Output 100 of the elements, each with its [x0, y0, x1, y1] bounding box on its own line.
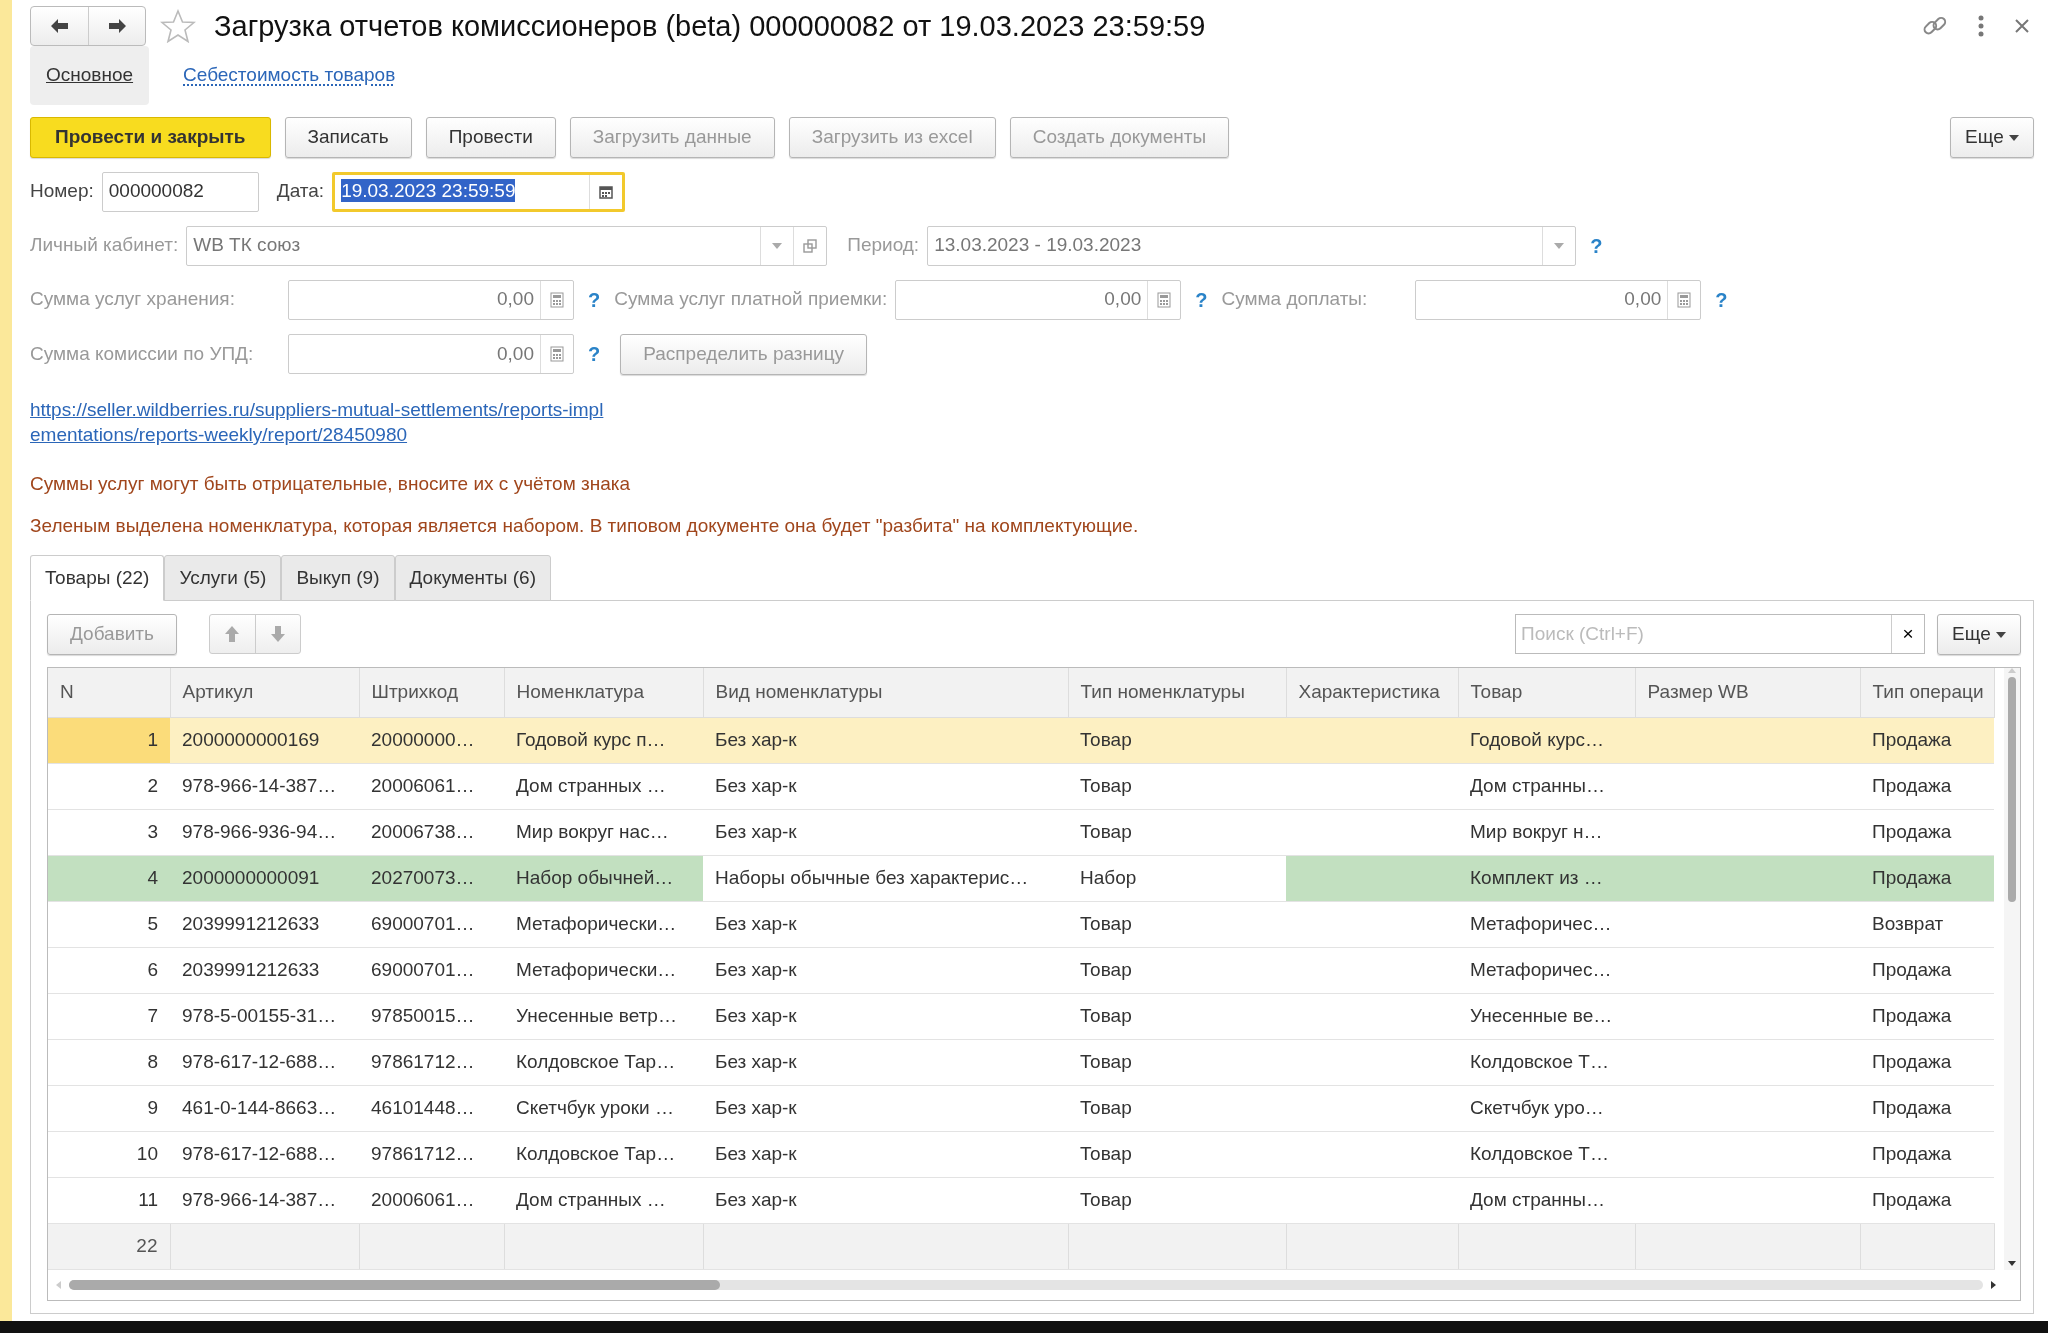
table-cell: Мир вокруг нас…: [504, 809, 703, 856]
table-cell: Товар: [1068, 947, 1286, 994]
table-cell: Товар: [1068, 1177, 1286, 1224]
calculator-icon: [1677, 291, 1692, 308]
open-icon: [803, 238, 818, 253]
help-mark[interactable]: ?: [588, 284, 601, 315]
form-tab[interactable]: Основное: [30, 46, 150, 105]
vertical-scrollbar[interactable]: [2004, 668, 2020, 1270]
table-row[interactable]: 5 2039991212633 69000701… Метафорически… Без хар-к Товар Метафоричес… Возврат: [48, 901, 1994, 948]
table-cell: 97850015…: [359, 993, 504, 1040]
form-tab[interactable]: Себестоимость товаров: [167, 46, 412, 105]
amount-field[interactable]: 0,00: [1415, 279, 1702, 320]
table-row[interactable]: 10 978-617-12-688… 97861712… Колдовское Тар… Без хар-к Товар Колдовское Т… Продажа: [48, 1131, 1994, 1178]
table-cell: Унесенные ве…: [1458, 993, 1635, 1040]
scroll-up-icon: [2008, 668, 2016, 674]
table-cell: Дом странных …: [504, 1177, 703, 1224]
report-link[interactable]: ementations/reports-weekly/report/28450980: [30, 422, 408, 448]
help-mark[interactable]: ?: [1195, 284, 1208, 315]
column-header[interactable]: Тип номенклатуры: [1068, 668, 1286, 718]
table-cell: 2000000000091: [170, 855, 359, 902]
table-cell: Набор обычней…: [504, 855, 703, 902]
table-tab[interactable]: Выкуп (9): [281, 554, 395, 602]
more-icon[interactable]: [1978, 15, 1984, 37]
note-text: Зеленым выделена номенклатура, которая является набором. В типовом документе она будет "разбита" на комплектующие.: [30, 514, 1140, 539]
table-row[interactable]: 8 978-617-12-688… 97861712… Колдовское Тар… Без хар-к Товар Колдовское Т… Продажа: [48, 1039, 1994, 1086]
number-field[interactable]: 000000082: [101, 171, 259, 212]
table-cell: 3: [48, 809, 170, 856]
table-row[interactable]: 3 978-966-936-94… 20006738… Мир вокруг нас… Без хар-к Товар Мир вокруг н… Продажа: [48, 809, 1994, 856]
table-cell: Продажа: [1860, 855, 1994, 902]
column-header[interactable]: Характеристика: [1286, 668, 1458, 718]
table-cell: Без хар-к: [703, 763, 1068, 810]
back-arrow-icon: [49, 17, 70, 35]
table-cell: Продажа: [1860, 763, 1994, 810]
table-row[interactable]: 1 2000000000169 20000000… Годовой курс п… Без хар-к Товар Годовой курс… Продажа: [48, 717, 1994, 764]
field-label: Номер:: [30, 179, 94, 204]
field-label: Сумма доплаты:: [1221, 287, 1368, 312]
table-cell: Продажа: [1860, 1177, 1994, 1224]
table-row[interactable]: 2 978-966-14-387… 20006061… Дом странных … Без хар-к Товар Дом странны… Продажа: [48, 763, 1994, 810]
search-field[interactable]: Поиск (Ctrl+F) ×: [1515, 614, 1926, 655]
column-header[interactable]: Товар: [1458, 668, 1635, 718]
star-icon[interactable]: [160, 9, 196, 43]
table-cell: 20006061…: [359, 1177, 504, 1224]
more-button[interactable]: Еще: [1950, 116, 2034, 158]
table-cell: 20270073…: [359, 855, 504, 902]
column-header[interactable]: Артикул: [170, 668, 359, 718]
column-header[interactable]: Тип операци: [1860, 668, 1994, 718]
table-cell: Продажа: [1860, 809, 1994, 856]
scrollbar-thumb[interactable]: [2008, 677, 2016, 903]
amount-field[interactable]: 0,00: [288, 334, 574, 374]
table-cell: 69000701…: [359, 947, 504, 994]
table-cell: Метафоричес…: [1458, 901, 1635, 948]
toolbar-button[interactable]: Записать: [284, 116, 412, 158]
column-header[interactable]: Штрихкод: [359, 668, 504, 718]
help-mark[interactable]: ?: [1715, 284, 1728, 315]
report-link[interactable]: https://seller.wildberries.ru/suppliers-mutual-settlements/reports-impl: [30, 396, 604, 423]
table-tab[interactable]: Услуги (5): [164, 554, 282, 602]
toolbar-button[interactable]: Провести и закрыть: [30, 116, 271, 158]
field-label: Дата:: [276, 179, 325, 204]
table-cell: 8: [48, 1039, 170, 1086]
down-arrow-icon: [270, 625, 286, 644]
table-tab[interactable]: Документы (6): [394, 554, 551, 602]
table-cell: 978-966-936-94…: [170, 809, 359, 856]
field-label: Сумма услуг платной приемки:: [614, 287, 888, 312]
up-arrow-icon: [224, 625, 241, 644]
more-button[interactable]: Еще: [1937, 613, 2021, 655]
column-header[interactable]: Номенклатура: [504, 668, 703, 718]
column-header[interactable]: Вид номенклатуры: [703, 668, 1068, 718]
table-cell: 11: [48, 1177, 170, 1224]
table-cell: Возврат: [1860, 901, 1994, 948]
table-cell: Продажа: [1860, 1039, 1994, 1086]
table-cell: 461-0-144-8663…: [170, 1085, 359, 1132]
calendar-icon: [599, 184, 614, 199]
table-row[interactable]: 9 461-0-144-8663… 46101448… Скетчбук уроки … Без хар-к Товар Скетчбук уро… Продажа: [48, 1085, 1994, 1132]
column-header[interactable]: Размер WB: [1635, 668, 1860, 718]
window-title: Загрузка отчетов комиссионеров (beta) 000000082 от 19.03.2023 23:59:59: [214, 8, 1206, 44]
table-row[interactable]: 11 978-966-14-387… 20006061… Дом странных … Без хар-к Товар Дом странны… Продажа: [48, 1177, 1994, 1224]
calculator-icon: [550, 346, 564, 362]
field-label: Период:: [847, 233, 920, 258]
toolbar-button[interactable]: Провести: [425, 116, 556, 158]
table-cell: Скетчбук уро…: [1458, 1085, 1635, 1132]
amount-field[interactable]: 0,00: [288, 279, 574, 320]
dropdown-arrow-icon: [1554, 242, 1565, 249]
amount-field[interactable]: 0,00: [895, 279, 1182, 320]
close-icon[interactable]: [2014, 18, 2030, 34]
scrollbar-thumb[interactable]: [69, 1279, 720, 1290]
table-cell: 2: [48, 763, 170, 810]
table-cell: 97861712…: [359, 1039, 504, 1086]
table-tab[interactable]: Товары (22): [30, 554, 165, 602]
help-mark[interactable]: ?: [588, 339, 601, 369]
field-label: Личный кабинет:: [30, 233, 179, 258]
date-field[interactable]: 19.03.2023 23:59:59: [332, 171, 626, 212]
table-row[interactable]: 7 978-5-00155-31… 97850015… Унесенные ветр… Без хар-к Товар Унесенные ве… Продажа: [48, 993, 1994, 1040]
column-header[interactable]: N: [48, 668, 170, 718]
table-cell: Дом странных …: [504, 763, 703, 810]
table-row[interactable]: 6 2039991212633 69000701… Метафорически… Без хар-к Товар Метафоричес… Продажа: [48, 947, 1994, 994]
table-cell: 20006061…: [359, 763, 504, 810]
table-cell: Метафоричес…: [1458, 947, 1635, 994]
table-cell: 978-617-12-688…: [170, 1131, 359, 1178]
table-cell: Товар: [1068, 1131, 1286, 1178]
table-row[interactable]: 4 2000000000091 20270073… Набор обычней… Наборы обычные без характерис… Набор Комплект из … Продажа: [48, 855, 1994, 902]
